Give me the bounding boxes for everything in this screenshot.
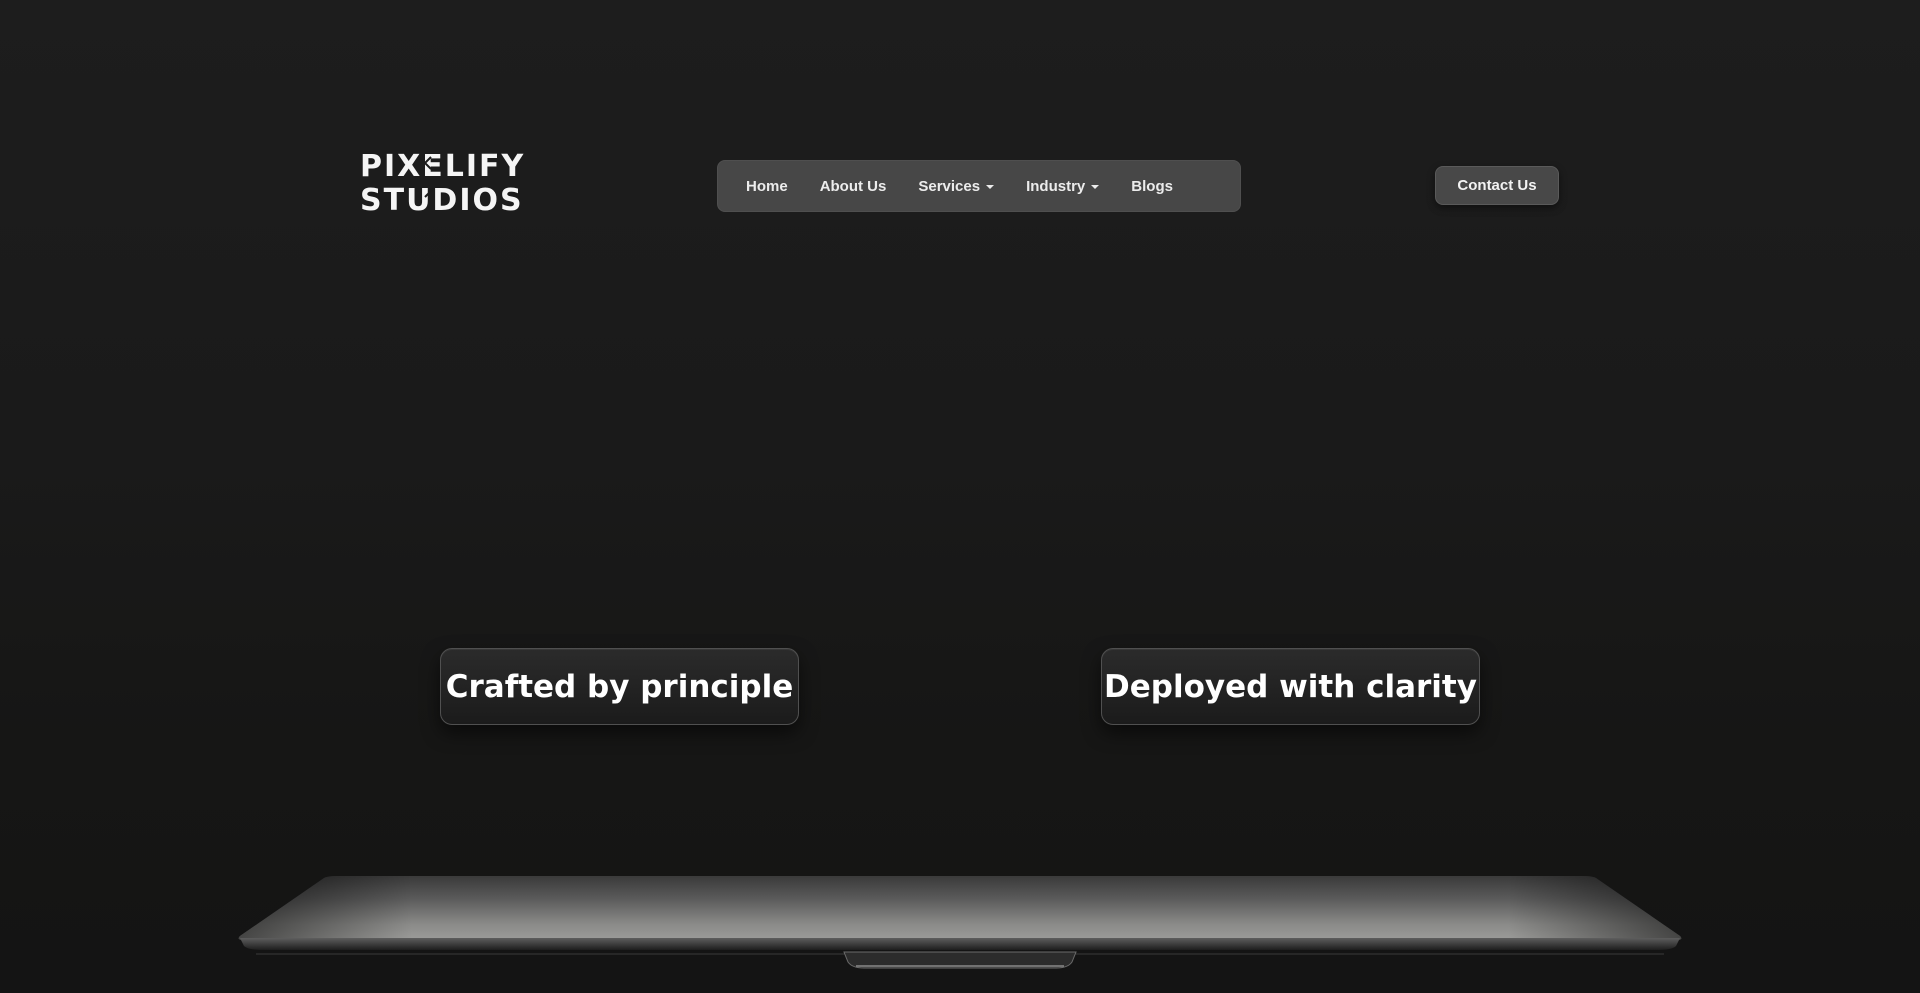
nav-item-about-us[interactable]: About Us [820,178,887,195]
nav-item-blogs-label: Blogs [1131,177,1173,195]
nav-item-home[interactable]: Home [746,178,788,195]
nav-item-blogs[interactable]: Blogs [1131,178,1173,195]
main-nav: Home About Us Services Industry Blogs [717,160,1241,212]
nav-item-industry-label: Industry [1026,177,1086,195]
logo-line-1: PIXELIFY [360,149,526,184]
feature-tag-deployed-text: Deployed with clarity [1104,668,1477,705]
logo-line-2: STUDIOS [360,183,524,218]
chevron-down-icon [986,184,995,189]
brand-logo[interactable]: PIXELIFY STUDIOS [360,149,526,220]
nav-item-home-label: Home [746,177,788,195]
contact-us-label: Contact Us [1457,177,1537,194]
feature-tag-crafted-text: Crafted by principle [445,668,794,705]
contact-us-button[interactable]: Contact Us [1435,166,1559,205]
nav-item-industry[interactable]: Industry [1026,177,1100,195]
feature-tag-deployed: Deployed with clarity [1101,648,1480,725]
logo-spark-icon-2 [424,188,434,198]
nav-item-services[interactable]: Services [918,177,995,195]
chevron-down-icon [1091,184,1100,189]
feature-tag-crafted: Crafted by principle [440,648,799,725]
nav-item-services-label: Services [918,177,981,195]
logo-spark-icon [418,156,432,170]
laptop-illustration [238,876,1682,969]
laptop-front-edge [240,938,1680,950]
nav-item-about-us-label: About Us [819,177,887,195]
